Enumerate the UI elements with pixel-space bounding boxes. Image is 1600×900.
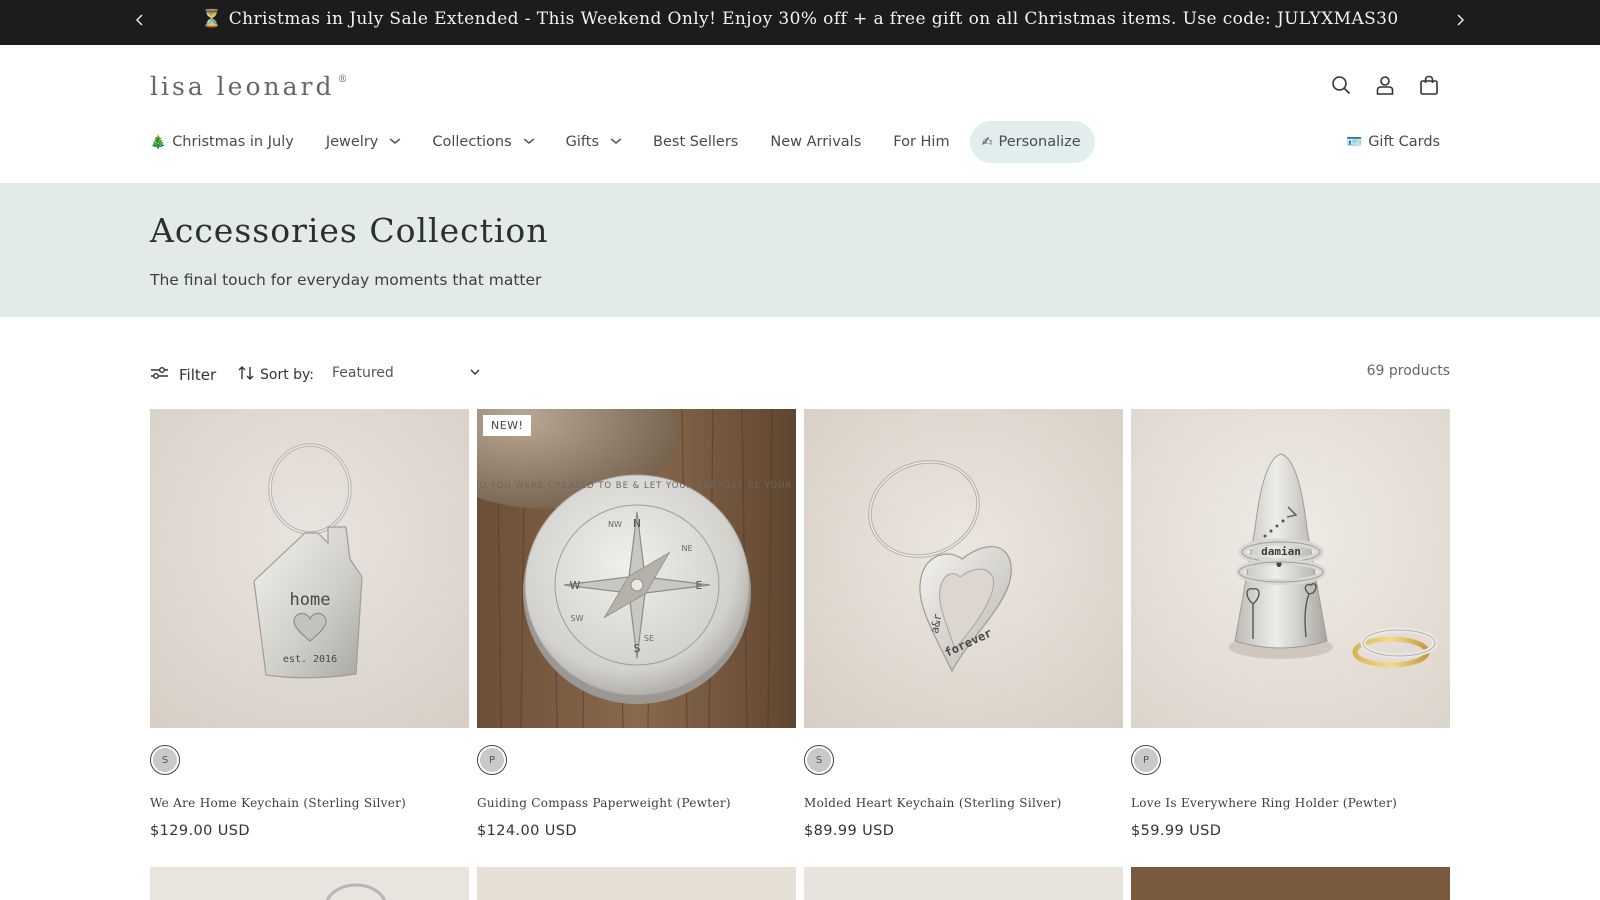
product-card[interactable]: damian P Love Is Everywhere Ring Holder … <box>1131 409 1450 839</box>
nav-item-gift-cards[interactable]: 🪪 Gift Cards <box>1346 121 1440 163</box>
main-nav: 🎄 Christmas in July Jewelry Collections … <box>150 121 1127 163</box>
nav-item-gifts[interactable]: Gifts <box>565 121 622 163</box>
product-card-image-partial[interactable] <box>804 867 1123 900</box>
product-image-text: home <box>290 590 331 610</box>
product-card[interactable]: home est. 2016 S We Are Home Keychain (S… <box>150 409 469 839</box>
product-title[interactable]: Love Is Everywhere Ring Holder (Pewter) <box>1131 796 1397 810</box>
product-card-image-partial[interactable] <box>477 867 796 900</box>
nav-item-new-arrivals[interactable]: New Arrivals <box>770 121 861 163</box>
writing-hand-icon: ✍ <box>981 134 993 150</box>
product-image-text: est. 2016 <box>283 654 337 665</box>
product-image-text: BE WHO YOU WERE CREATED TO BE & LET YOUR… <box>477 481 796 491</box>
product-image-text: S <box>634 642 641 655</box>
nav-item-label: For Him <box>893 134 950 150</box>
product-price: $59.99 USD <box>1131 823 1222 839</box>
product-image-text: SW <box>571 614 584 623</box>
chevron-right-icon[interactable] <box>1450 12 1470 32</box>
nav-item-christmas-in-july[interactable]: 🎄 Christmas in July <box>150 121 294 163</box>
chevron-down-icon <box>470 368 480 379</box>
collection-toolbar: Filter Sort by: Featured 69 products <box>150 363 1450 391</box>
chevron-down-icon <box>523 137 535 148</box>
collection-hero: Accessories Collection The final touch f… <box>0 183 1600 317</box>
chevron-down-icon <box>389 137 401 148</box>
filter-button[interactable]: Filter <box>150 365 216 385</box>
nav-item-label: Personalize <box>998 134 1081 150</box>
product-card[interactable]: BE WHO YOU WERE CREATED TO BE & LET YOUR… <box>477 409 796 839</box>
sort-select[interactable]: Featured <box>332 365 492 381</box>
nav-item-label: New Arrivals <box>770 134 862 150</box>
nav-item-label: Jewelry <box>325 134 379 150</box>
product-count: 69 products <box>1366 363 1450 379</box>
product-image-text: E <box>696 579 703 592</box>
new-badge: NEW! <box>483 415 532 436</box>
nav-item-personalize[interactable]: ✍ Personalize <box>969 121 1095 163</box>
product-image[interactable]: BE WHO YOU WERE CREATED TO BE & LET YOUR… <box>477 409 796 728</box>
product-image-text: N <box>633 517 641 530</box>
product-title[interactable]: Guiding Compass Paperweight (Pewter) <box>477 796 731 810</box>
product-image[interactable]: home est. 2016 <box>150 409 469 728</box>
product-card-image-partial[interactable] <box>150 867 469 900</box>
material-swatch[interactable]: P <box>477 745 507 775</box>
product-title[interactable]: Molded Heart Keychain (Sterling Silver) <box>804 796 1062 810</box>
page-title: Accessories Collection <box>150 211 549 250</box>
swatch-label: P <box>480 748 504 772</box>
announcement-text[interactable]: ⏳ Christmas in July Sale Extended - This… <box>0 9 1600 29</box>
search-icon[interactable] <box>1330 74 1352 96</box>
nav-item-label: Best Sellers <box>653 134 739 150</box>
material-swatch[interactable]: S <box>150 745 180 775</box>
material-swatch[interactable]: P <box>1131 745 1161 775</box>
product-price: $89.99 USD <box>804 823 895 839</box>
filter-label: Filter <box>179 366 217 384</box>
sort-value: Featured <box>332 365 394 381</box>
product-card-image-partial[interactable] <box>1131 867 1450 900</box>
nav-item-collections[interactable]: Collections <box>432 121 535 163</box>
swatch-label: P <box>1134 748 1158 772</box>
page-subtitle: The final touch for everyday moments tha… <box>150 271 542 289</box>
sort-label: Sort by: <box>260 367 315 383</box>
account-icon[interactable] <box>1374 74 1396 96</box>
tree-icon: 🎄 <box>150 134 167 150</box>
sort-icon <box>238 365 254 385</box>
cart-icon[interactable] <box>1418 74 1440 96</box>
gift-card-icon: 🪪 <box>1346 134 1363 150</box>
sort-control: Sort by: <box>238 365 314 385</box>
material-swatch[interactable]: S <box>804 745 834 775</box>
nav-item-for-him[interactable]: For Him <box>893 121 949 163</box>
announcement-bar: ⏳ Christmas in July Sale Extended - This… <box>0 0 1600 45</box>
nav-item-label: Collections <box>432 134 512 150</box>
logo-trademark: ® <box>337 74 348 85</box>
product-price: $129.00 USD <box>150 823 250 839</box>
product-image[interactable]: damian <box>1131 409 1450 728</box>
site-logo[interactable]: lisa leonard ® <box>150 72 347 101</box>
nav-item-jewelry[interactable]: Jewelry <box>326 121 401 163</box>
logo-text: lisa leonard <box>150 72 335 101</box>
product-image-text: NW <box>608 520 622 529</box>
nav-item-label: Christmas in July <box>172 134 294 150</box>
swatch-label: S <box>807 748 831 772</box>
product-image-text: NE <box>681 544 692 553</box>
product-image-text: SE <box>644 634 654 643</box>
sliders-icon <box>150 365 169 385</box>
nav-item-best-sellers[interactable]: Best Sellers <box>653 121 738 163</box>
chevron-down-icon <box>610 137 622 148</box>
product-card[interactable]: a&r forever S Molded Heart Keychain (Ste… <box>804 409 1123 839</box>
product-title[interactable]: We Are Home Keychain (Sterling Silver) <box>150 796 406 810</box>
product-image-text: damian <box>1261 545 1301 558</box>
header-icons <box>1330 74 1440 96</box>
product-image[interactable]: a&r forever <box>804 409 1123 728</box>
product-price: $124.00 USD <box>477 823 577 839</box>
product-image-text: W <box>570 579 581 592</box>
nav-item-label: Gifts <box>565 134 600 150</box>
swatch-label: S <box>153 748 177 772</box>
nav-item-label: Gift Cards <box>1368 134 1441 150</box>
